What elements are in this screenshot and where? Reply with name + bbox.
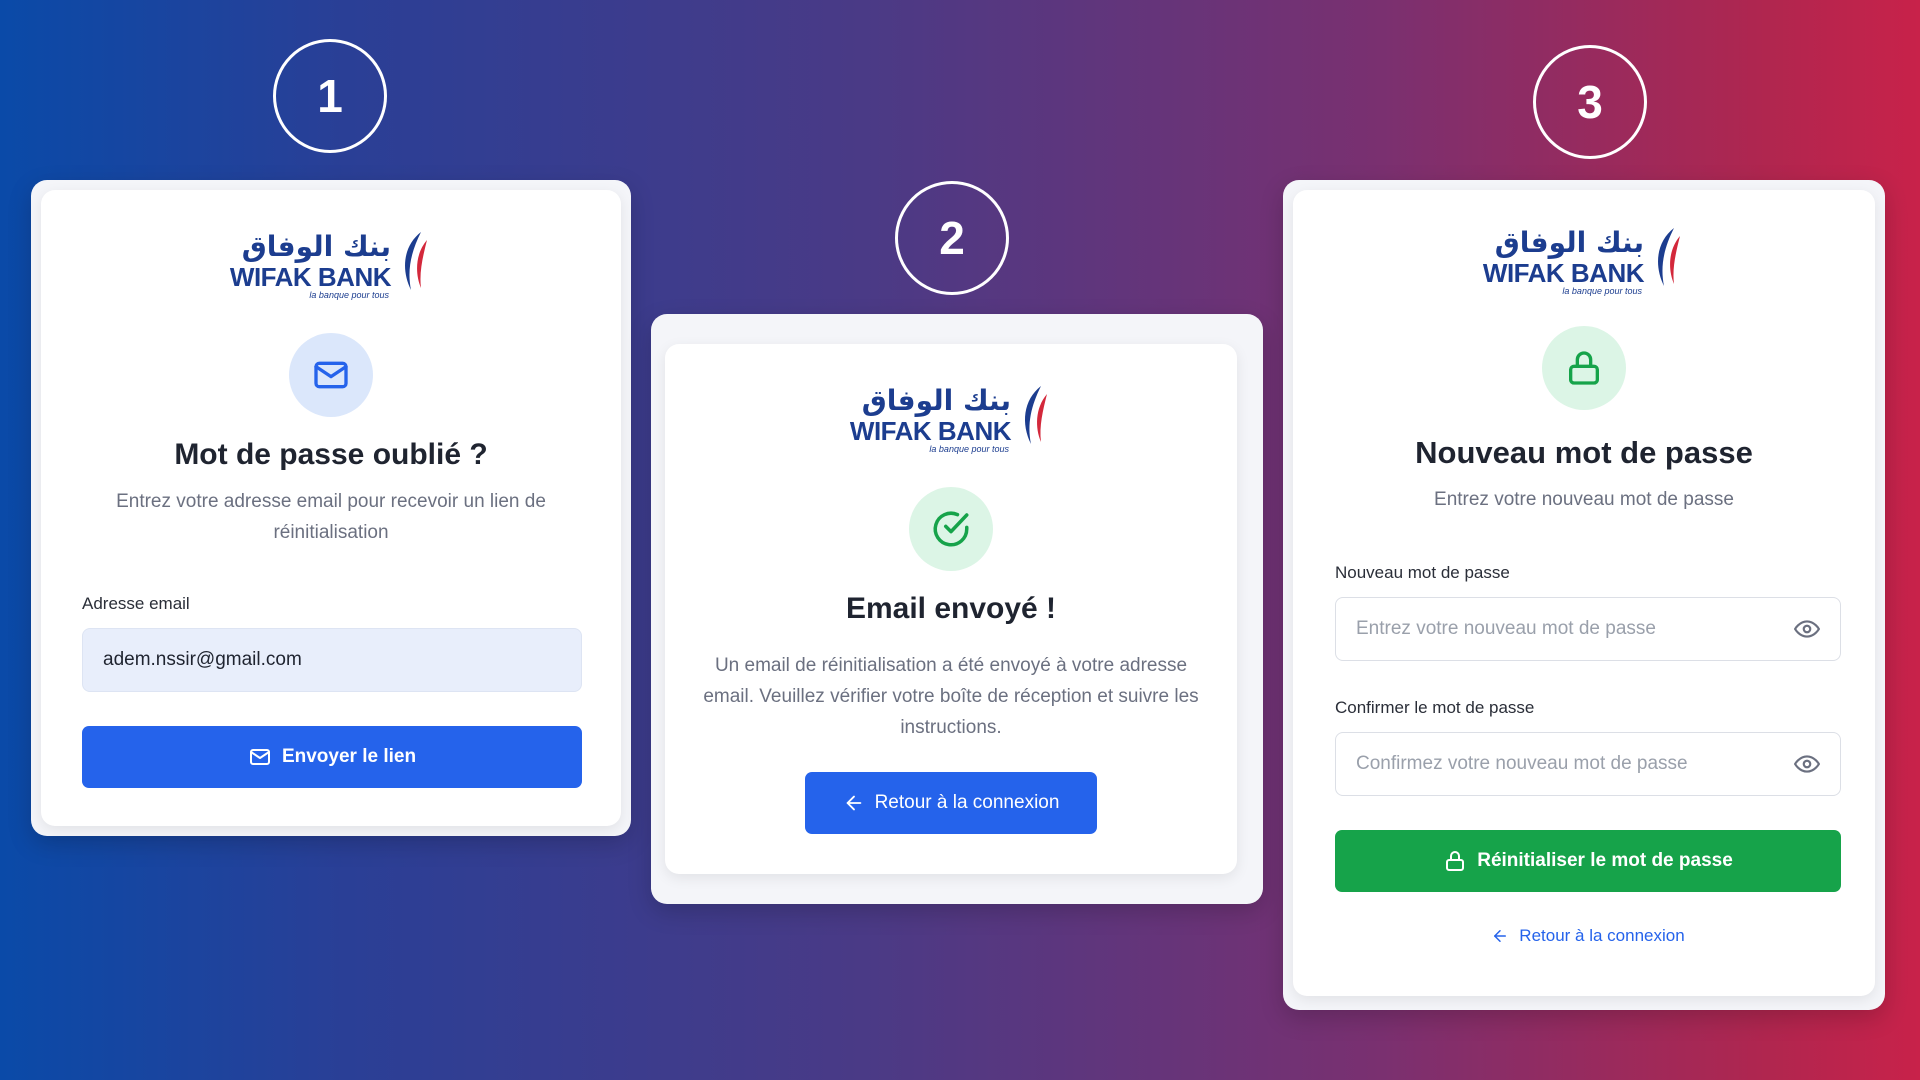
- eye-icon[interactable]: [1794, 751, 1820, 777]
- page-subtitle: Entrez votre nouveau mot de passe: [1434, 489, 1734, 510]
- step-3-circle: 3: [1533, 45, 1647, 159]
- page-subtitle: Entrez votre adresse email pour recevoir…: [116, 491, 546, 543]
- reset-password-button[interactable]: Réinitialiser le mot de passe: [1335, 830, 1841, 892]
- arrow-left-icon: [846, 795, 861, 811]
- reset-password-label: Réinitialiser le mot de passe: [1477, 850, 1733, 871]
- page-title: Nouveau mot de passe: [1415, 435, 1753, 470]
- back-to-login-link-label: Retour à la connexion: [1519, 926, 1685, 945]
- confirm-password-field[interactable]: Confirmez votre nouveau mot de passe: [1335, 732, 1841, 796]
- step-2-circle: 2: [895, 181, 1009, 295]
- lock-icon: [1446, 851, 1465, 871]
- confirm-password-placeholder: Confirmez votre nouveau mot de passe: [1356, 753, 1688, 774]
- arrow-left-icon: [1494, 930, 1507, 942]
- wifak-bank-logo: بنك الوفاق WIFAK BANK la banque pour tou…: [1483, 226, 1684, 296]
- new-password-field[interactable]: Entrez votre nouveau mot de passe: [1335, 597, 1841, 661]
- back-to-login-button[interactable]: Retour à la connexion: [805, 772, 1097, 834]
- send-link-button[interactable]: Envoyer le lien: [82, 726, 582, 788]
- lock-icon-badge: [1542, 326, 1626, 410]
- new-password-label: Nouveau mot de passe: [1335, 563, 1510, 582]
- check-circle-icon: [933, 511, 969, 547]
- mail-icon: [314, 361, 348, 389]
- wifak-bank-logo: بنك الوفاق WIFAK BANK la banque pour tou…: [850, 384, 1051, 454]
- email-sent-panel: بنك الوفاق WIFAK BANK la banque pour tou…: [651, 314, 1263, 904]
- mail-icon: [249, 749, 270, 765]
- confirmation-message: Un email de réinitialisation a été envoy…: [703, 655, 1199, 738]
- email-field[interactable]: adem.nssir@gmail.com: [82, 628, 582, 692]
- confirm-password-label: Confirmer le mot de passe: [1335, 698, 1535, 717]
- back-to-login-link[interactable]: Retour à la connexion: [1335, 926, 1841, 946]
- check-icon-badge: [909, 487, 993, 571]
- forgot-password-card: بنك الوفاق WIFAK BANK la banque pour tou…: [41, 190, 621, 826]
- new-password-card: بنك الوفاق WIFAK BANK la banque pour tou…: [1293, 190, 1875, 996]
- back-to-login-label: Retour à la connexion: [874, 792, 1060, 813]
- new-password-placeholder: Entrez votre nouveau mot de passe: [1356, 618, 1656, 639]
- step-1-circle: 1: [273, 39, 387, 153]
- wifak-bank-logo: بنك الوفاق WIFAK BANK la banque pour tou…: [230, 230, 431, 300]
- mail-icon-badge: [289, 333, 373, 417]
- email-sent-card: بنك الوفاق WIFAK BANK la banque pour tou…: [665, 344, 1237, 874]
- new-password-panel: بنك الوفاق WIFAK BANK la banque pour tou…: [1283, 180, 1885, 1010]
- send-link-label: Envoyer le lien: [281, 746, 417, 767]
- page-title: Email envoyé !: [845, 592, 1057, 625]
- eye-icon[interactable]: [1794, 616, 1820, 642]
- lock-icon: [1569, 351, 1599, 385]
- email-label: Adresse email: [82, 594, 190, 613]
- page-title: Mot de passe oublié ?: [174, 438, 488, 471]
- forgot-password-panel: بنك الوفاق WIFAK BANK la banque pour tou…: [31, 180, 631, 836]
